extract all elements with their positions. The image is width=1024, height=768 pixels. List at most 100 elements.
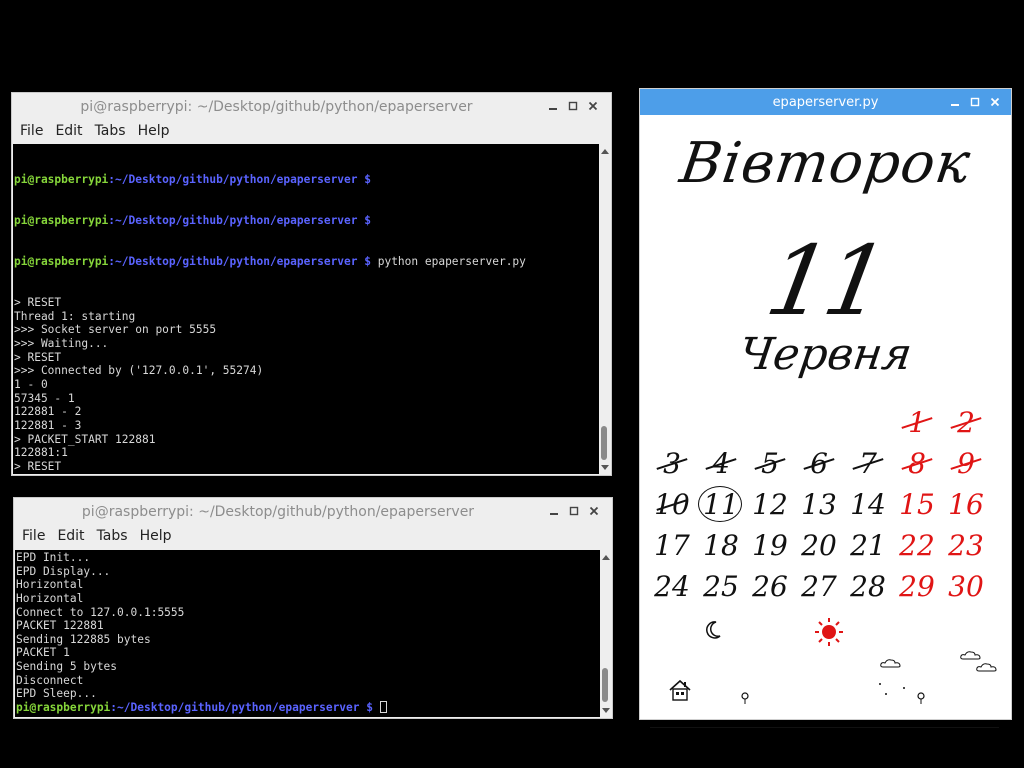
calendar-day: 17 [648,526,696,566]
output-line: > PACKET_START 122881 [14,432,156,446]
menu-tabs[interactable]: Tabs [95,122,126,141]
output-line: PACKET 122881 [16,619,104,633]
calendar-day: 14 [844,485,892,525]
output-line: 57345 - 1 [14,391,75,405]
minimize-button[interactable] [945,93,965,111]
prompt-path: :~/Desktop/github/python/epaperserver $ [108,214,371,228]
calendar-day-number: 26 [752,570,788,603]
prompt-user: pi@raspberrypi [14,173,109,187]
scrollbar-thumb[interactable] [602,668,608,702]
calendar-day-number: 1 [908,406,926,439]
minimize-button[interactable] [543,97,563,115]
output-line: > RESET [14,350,62,364]
calendar-day: 23 [942,526,990,566]
prompt-path: :~/Desktop/github/python/epaperserver $ [110,701,373,715]
menu-help[interactable]: Help [138,122,170,141]
day-number: 11 [758,225,893,337]
output-line: Sending 5 bytes [16,660,118,674]
scrollbar-thumb[interactable] [601,426,607,460]
menu-file[interactable]: File [20,122,43,141]
calendar-day-number: 28 [850,570,886,603]
calendar-day-number: 24 [654,570,690,603]
minimize-icon [550,513,558,515]
menu-edit[interactable]: Edit [55,122,82,141]
epaper-window[interactable]: epaperserver.py Вівторок 11 Червня 12345… [639,88,1012,728]
scroll-up-icon[interactable] [599,146,610,156]
epaper-titlebar[interactable]: epaperserver.py [640,89,1011,115]
calendar-day: 18 [697,526,745,566]
terminal-window-2[interactable]: pi@raspberrypi: ~/Desktop/github/python/… [13,497,613,719]
calendar-day-number: 19 [752,529,788,562]
menu-edit[interactable]: Edit [57,527,84,546]
close-icon [990,97,1000,107]
terminal-1-titlebar[interactable]: pi@raspberrypi: ~/Desktop/github/python/… [12,93,611,120]
menu-help[interactable]: Help [140,527,172,546]
maximize-button[interactable] [564,502,584,520]
scroll-up-icon[interactable] [600,552,611,562]
close-button[interactable] [985,93,1005,111]
close-icon [589,506,599,516]
calendar-day: 29 [893,567,941,607]
vertical-scrollbar[interactable] [600,550,611,717]
house-icon [668,679,692,705]
menu-file[interactable]: File [22,527,45,546]
output-line: > RESET [14,459,62,473]
calendar-day-number: 15 [899,488,935,521]
terminal-2-output: EPD Init... EPD Display... Horizontal Horiz… [16,551,611,715]
calendar-day-number: 7 [859,447,877,480]
calendar-day-number: 8 [908,447,926,480]
window-title: pi@raspberrypi: ~/Desktop/github/python/… [80,99,473,115]
prompt-user: pi@raspberrypi [14,214,109,228]
calendar-day-number: 12 [752,488,788,521]
calendar-day-number: 22 [899,529,935,562]
menubar: File Edit Tabs Help [14,525,612,546]
calendar-day-number: 3 [663,447,681,480]
maximize-button[interactable] [563,97,583,115]
terminal-1-output: pi@raspberrypi:~/Desktop/github/python/e… [14,146,610,474]
calendar-day-number: 17 [654,529,690,562]
sun-icon [814,617,844,651]
terminal-2-console[interactable]: EPD Init... EPD Display... Horizontal Horiz… [15,550,611,717]
calendar-day: 6 [795,444,843,484]
calendar-day-number: 11 [703,488,739,521]
output-line: >>> Socket server on port 5555 [14,323,217,337]
calendar-day: 24 [648,567,696,607]
maximize-button[interactable] [965,93,985,111]
vertical-scrollbar[interactable] [599,144,610,474]
calendar-day: 3 [648,444,696,484]
calendar-day: 25 [697,567,745,607]
scroll-down-icon[interactable] [599,462,610,472]
terminal-window-1[interactable]: pi@raspberrypi: ~/Desktop/github/python/… [11,92,612,476]
calendar-day-number: 4 [712,447,730,480]
menu-tabs[interactable]: Tabs [97,527,128,546]
moon-icon [706,621,722,643]
prompt-line: pi@raspberrypi:~/Desktop/github/python/e… [16,701,611,715]
flower-icon [740,689,750,708]
minimize-button[interactable] [544,502,564,520]
calendar-day-number: 2 [957,406,975,439]
dot-icon [878,681,908,700]
calendar-day: 27 [795,567,843,607]
output-line: 1 - 0 [14,378,48,392]
output-line: 122881 - 3 [14,418,82,432]
terminal-2-titlebar[interactable]: pi@raspberrypi: ~/Desktop/github/python/… [14,498,612,525]
output-line: >>> Waiting... [14,337,109,351]
prompt-user: pi@raspberrypi [14,255,109,269]
prompt-user: pi@raspberrypi [16,701,111,715]
calendar-day: 22 [893,526,941,566]
close-button[interactable] [583,97,603,115]
calendar-day: 4 [697,444,745,484]
calendar-day: 5 [746,444,794,484]
prompt-line: pi@raspberrypi:~/Desktop/github/python/e… [14,255,610,269]
calendar-day-today: 11 [697,485,745,525]
calendar-day-number: 27 [801,570,837,603]
prompt-path: :~/Desktop/github/python/epaperserver $ [108,173,371,187]
terminal-1-console[interactable]: pi@raspberrypi:~/Desktop/github/python/e… [13,144,610,474]
output-line: Thread 1: starting [14,309,136,323]
calendar-day: 26 [746,567,794,607]
prompt-path: :~/Desktop/github/python/epaperserver $ [108,255,371,269]
scroll-down-icon[interactable] [600,705,611,715]
output-line: Horizontal [16,578,84,592]
calendar-day-number: 16 [948,488,984,521]
close-button[interactable] [584,502,604,520]
